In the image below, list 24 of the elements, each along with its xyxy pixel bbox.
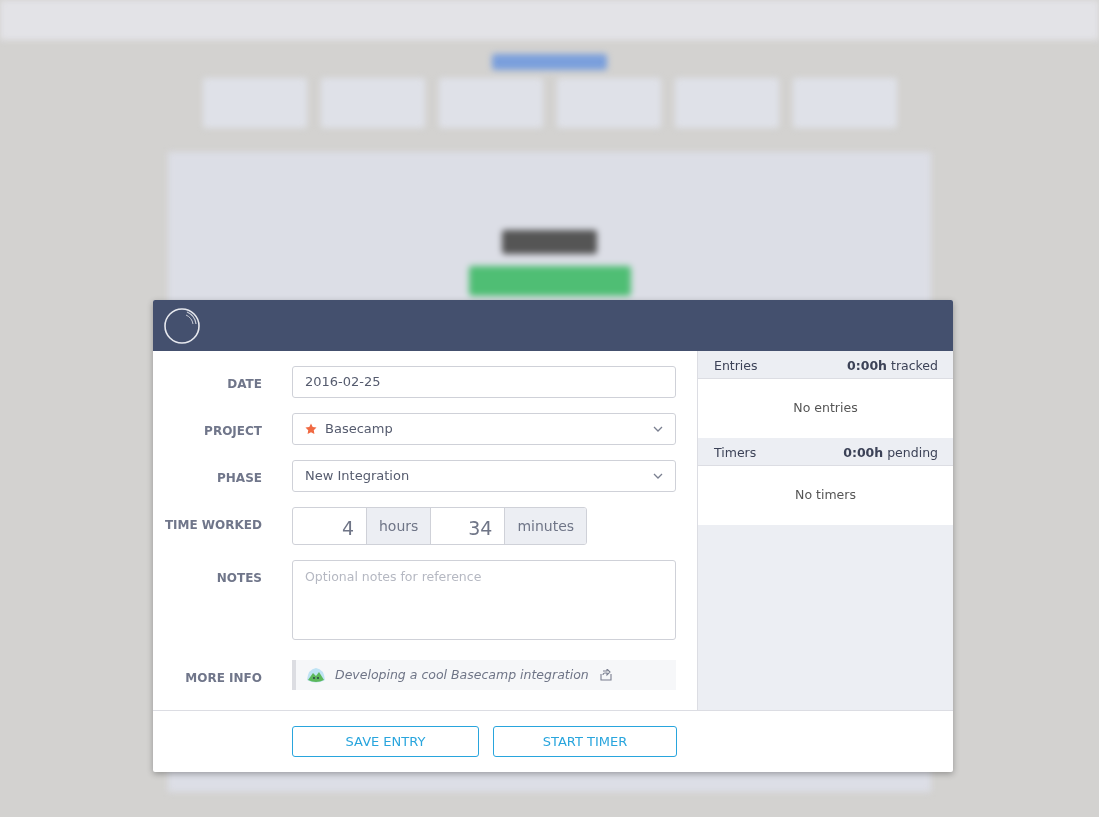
date-field[interactable]: 2016-02-25 xyxy=(292,366,676,398)
field-label: TIME WORKED xyxy=(163,517,262,534)
field-label: MORE INFO xyxy=(184,670,262,687)
phase-select[interactable]: New Integration xyxy=(292,460,676,492)
section-title: Entries xyxy=(714,357,758,375)
empty-message: No entries xyxy=(698,379,953,438)
field-label: PROJECT xyxy=(203,423,262,440)
start-timer-button[interactable]: START TIMER xyxy=(493,726,677,757)
empty-message: No timers xyxy=(698,466,953,525)
section-summary: 0:00h pending xyxy=(843,444,938,462)
section-title: Timers xyxy=(714,444,757,462)
project-select[interactable]: Basecamp xyxy=(292,413,676,445)
chevron-down-icon xyxy=(653,426,663,432)
external-link-icon xyxy=(597,669,612,681)
more-info-link[interactable]: Developing a cool Basecamp integration xyxy=(292,660,676,690)
chevron-down-icon xyxy=(653,473,663,479)
notes-field[interactable]: Optional notes for reference xyxy=(292,560,676,640)
mountain-logo-icon xyxy=(306,666,326,684)
field-label: DATE xyxy=(226,376,262,393)
field-label: PHASE xyxy=(216,470,262,487)
field-label: NOTES xyxy=(215,570,262,587)
section-summary: 0:00h tracked xyxy=(847,357,938,375)
spinner-icon xyxy=(163,306,201,345)
save-entry-button[interactable]: SAVE ENTRY xyxy=(292,726,479,757)
